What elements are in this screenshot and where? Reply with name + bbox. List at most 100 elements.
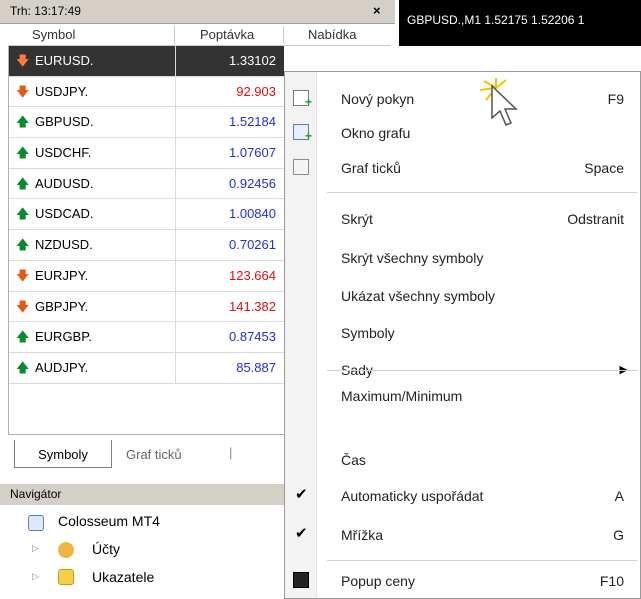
menu-item-shortcut: Odstranit: [567, 211, 624, 227]
check-icon: ✔: [295, 525, 308, 542]
symbol-name: AUDJPY.: [35, 359, 89, 375]
menu-item-label: Nový pokyn: [341, 91, 415, 107]
symbol-name: USDJPY.: [35, 83, 89, 99]
bid-price: 1.33102: [229, 53, 276, 68]
bid-price: 0.87453: [229, 329, 276, 345]
menu-item-grid[interactable]: ✔ Mřížka G: [285, 518, 641, 552]
column-header-symbol[interactable]: Symbol: [32, 27, 75, 42]
up-arrow-icon: 🡅: [16, 206, 30, 222]
tab-divider: |: [229, 445, 233, 460]
up-arrow-icon: 🡅: [16, 237, 30, 253]
table-row[interactable]: 🡇 EURUSD. 1.33102: [9, 46, 284, 77]
symbol-name: EURJPY.: [35, 267, 89, 283]
menu-item-popup-prices[interactable]: Popup ceny F10: [285, 564, 641, 598]
down-arrow-icon: 🡇: [16, 298, 30, 314]
menu-item-label: Skrýt: [341, 211, 373, 227]
column-header-ask[interactable]: Nabídka: [308, 27, 356, 42]
menu-item-time[interactable]: Čas: [285, 443, 641, 477]
expand-icon[interactable]: ▷: [32, 571, 39, 582]
symbol-name: NZDUSD.: [35, 237, 93, 253]
menu-item-label: Skrýt všechny symboly: [341, 250, 484, 266]
menu-item-shortcut: F9: [607, 91, 624, 107]
tab-symbols[interactable]: Symboly: [14, 440, 112, 468]
menu-separator: [327, 370, 637, 371]
nav-item-root[interactable]: Colosseum MT4: [58, 513, 160, 529]
popup-prices-icon: [293, 572, 309, 588]
bid-price: 123.664: [229, 267, 276, 283]
new-order-icon: +: [293, 90, 312, 109]
menu-item-label: Graf ticků: [341, 160, 401, 176]
menu-item-new-order[interactable]: + Nový pokyn F9: [285, 82, 641, 116]
menu-item-chart-window[interactable]: + Okno grafu: [285, 116, 641, 150]
symbol-name: USDCAD.: [35, 206, 94, 222]
nav-item-indicators[interactable]: Ukazatele: [92, 569, 154, 585]
bid-price: 141.382: [229, 298, 276, 314]
down-arrow-icon: 🡇: [16, 83, 30, 99]
table-row[interactable]: 🡅 EURGBP. 0.87453: [9, 322, 284, 353]
navigator-title: Navigátor: [0, 484, 290, 505]
menu-item-shortcut: Space: [584, 160, 624, 176]
bid-price: 0.92456: [229, 175, 276, 191]
column-divider[interactable]: [174, 26, 175, 44]
menu-item-symbols[interactable]: Symboly: [285, 316, 641, 350]
menu-item-label: Maximum/Minimum: [341, 388, 463, 404]
market-watch-titlebar: Trh: 13:17:49 ×: [0, 0, 395, 24]
menu-separator: [327, 192, 637, 193]
symbol-name: GBPJPY.: [35, 298, 89, 314]
tab-tick-chart[interactable]: Graf ticků: [126, 447, 182, 462]
menu-item-hide-all[interactable]: Skrýt všechny symboly: [285, 241, 641, 275]
bid-price: 1.00840: [229, 206, 276, 222]
menu-item-hide[interactable]: Skrýt Odstranit: [285, 202, 641, 236]
up-arrow-icon: 🡅: [16, 175, 30, 191]
up-arrow-icon: 🡅: [16, 145, 30, 161]
market-watch-header: Symbol Poptávka Nabídka: [8, 24, 391, 46]
chart-tab-title: GBPUSD.,M1 1.52175 1.52206 1: [407, 13, 585, 27]
table-row[interactable]: 🡅 USDCHF. 1.07607: [9, 138, 284, 169]
bid-price: 92.903: [236, 83, 276, 99]
menu-item-label: Symboly: [341, 325, 395, 341]
up-arrow-icon: 🡅: [16, 114, 30, 130]
down-arrow-icon: 🡇: [16, 53, 30, 68]
menu-item-high-low[interactable]: Maximum/Minimum: [285, 379, 641, 413]
menu-item-tick-chart[interactable]: Graf ticků Space: [285, 151, 641, 185]
chart-tab[interactable]: GBPUSD.,M1 1.52175 1.52206 1: [399, 0, 641, 46]
bid-price: 1.52184: [229, 114, 276, 130]
up-arrow-icon: 🡅: [16, 329, 30, 345]
market-watch-list: 🡇 EURUSD. 1.33102 🡇 USDJPY. 92.903 🡅 GBP…: [8, 46, 284, 434]
expand-icon[interactable]: ▷: [32, 543, 39, 554]
table-row[interactable]: 🡅 GBPUSD. 1.52184: [9, 107, 284, 139]
table-row[interactable]: 🡇 GBPJPY. 141.382: [9, 291, 284, 323]
menu-item-label: Popup ceny: [341, 573, 415, 589]
menu-item-show-all[interactable]: Ukázat všechny symboly: [285, 279, 641, 313]
symbol-name: GBPUSD.: [35, 114, 94, 130]
table-row[interactable]: 🡅 AUDJPY. 85.887: [9, 352, 284, 384]
down-arrow-icon: 🡇: [16, 267, 30, 283]
table-row[interactable]: 🡅 AUDUSD. 0.92456: [9, 168, 284, 200]
bid-price: 0.70261: [229, 237, 276, 253]
symbol-name: EURUSD.: [35, 53, 94, 68]
terminal-icon: [28, 515, 44, 531]
menu-item-label: Okno grafu: [341, 125, 411, 141]
indicators-icon: [58, 569, 74, 585]
column-divider[interactable]: [283, 26, 284, 44]
menu-item-auto-arrange[interactable]: ✔ Automaticky uspořádat A: [285, 479, 641, 513]
symbol-name: AUDUSD.: [35, 175, 94, 191]
navigator-tree: Colosseum MT4 ▷ Účty ▷ Ukazatele: [0, 505, 290, 599]
column-header-bid[interactable]: Poptávka: [200, 27, 254, 42]
menu-item-label: Ukázat všechny symboly: [341, 288, 496, 304]
symbol-name: EURGBP.: [35, 329, 92, 345]
tick-chart-icon: [293, 159, 309, 175]
menu-item-label: Čas: [341, 452, 366, 468]
symbol-name: USDCHF.: [35, 145, 92, 161]
market-watch-title: Trh: 13:17:49: [10, 4, 81, 18]
close-icon[interactable]: ×: [373, 3, 381, 18]
table-row[interactable]: 🡇 EURJPY. 123.664: [9, 260, 284, 292]
table-row[interactable]: 🡅 USDCAD. 1.00840: [9, 199, 284, 231]
nav-item-accounts[interactable]: Účty: [92, 541, 120, 557]
check-icon: ✔: [295, 486, 308, 503]
bid-price: 1.07607: [229, 145, 276, 161]
context-menu: + Nový pokyn F9 + Okno grafu Graf ticků …: [284, 71, 641, 599]
bid-price: 85.887: [236, 359, 276, 375]
table-row[interactable]: 🡅 NZDUSD. 0.70261: [9, 230, 284, 261]
table-row[interactable]: 🡇 USDJPY. 92.903: [9, 76, 284, 108]
